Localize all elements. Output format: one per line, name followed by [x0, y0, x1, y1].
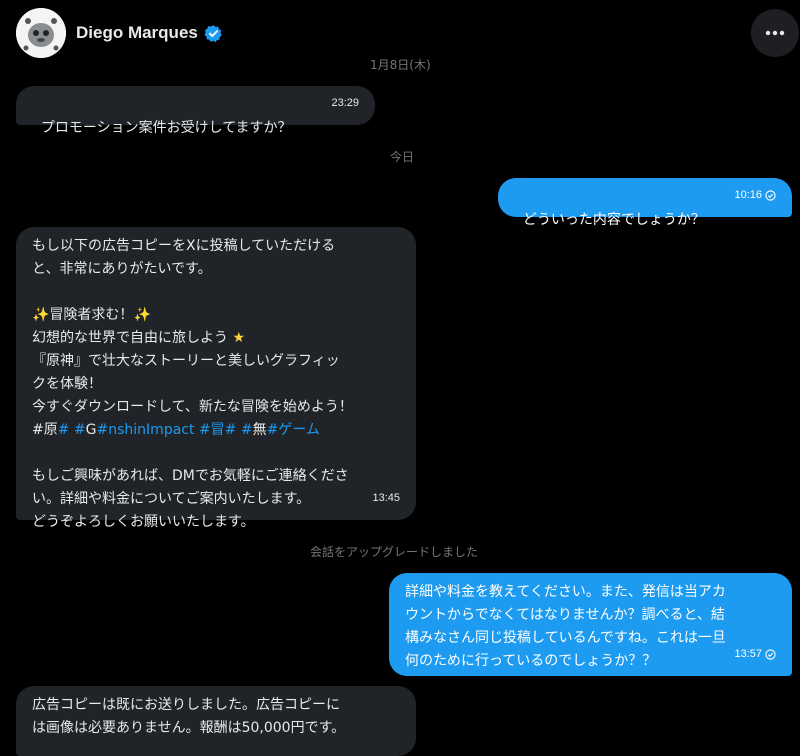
sent-check-icon — [765, 649, 776, 660]
message-line: クを体験！ — [32, 376, 102, 392]
avatar[interactable] — [16, 8, 66, 58]
date-separator: 今日 — [390, 150, 415, 164]
sent-check-icon — [765, 190, 776, 201]
hashtag-link[interactable]: # # — [225, 422, 253, 438]
avatar-mascot-icon — [16, 8, 66, 58]
message-line: 詳細や料金を教えてください。また、発信は当アカ — [405, 584, 726, 600]
message-line: 広告コピーは既にお送りしました。広告コピーに — [32, 697, 340, 713]
message-status: 13:57 — [734, 643, 776, 666]
hashtag-link[interactable]: # — [58, 422, 70, 438]
message-line: い。詳細や料金についてご案内いたします。 — [32, 491, 311, 507]
message-status: 10:16 — [734, 184, 776, 207]
message-bubble-outgoing[interactable]: 詳細や料金を教えてください。また、発信は当アカ ウントからでなくてはなりませんか… — [389, 573, 792, 676]
sparkles-icon: ✨ — [32, 307, 50, 323]
message-time: 13:45 — [372, 492, 400, 504]
message-line: 何のために行っているのでしょうか？？ — [405, 653, 657, 669]
message-time: 10:16 — [734, 189, 762, 201]
hashtag-link[interactable]: #ゲーム — [267, 422, 320, 438]
message-line: もし以下の広告コピーをXに投稿していただける — [32, 238, 336, 254]
message-line-headline: ✨冒険者求む！✨ — [32, 307, 151, 323]
message-text: どういった内容でしょうか？ — [522, 212, 705, 228]
message-line: 『原神』で壮大なストーリーと美しいグラフィッ — [32, 353, 340, 369]
message-line: ウントからでなくてはなりませんか？調べると、結 — [405, 607, 725, 623]
message-time: 13:57 — [734, 648, 762, 660]
contact-name: Diego Marques — [76, 23, 198, 42]
hashtag-line: #原# #G#nshinImpact #冒# #無#ゲーム — [32, 422, 320, 438]
message-line: どうぞよろしくお願いいたします。 — [32, 514, 255, 530]
message-line: は画像は必要ありません。報酬は50,000円です。 — [32, 720, 346, 736]
message-line: もしご興味があれば、DMでお気軽にご連絡くださ — [32, 468, 349, 484]
hashtag-link[interactable]: # — [69, 422, 86, 438]
message-bubble-incoming[interactable]: もし以下の広告コピーをXに投稿していただける と、非常にありがたいです。 ✨冒険… — [16, 227, 416, 530]
more-horizontal-icon — [765, 30, 785, 36]
system-message: 会話をアップグレードしました — [310, 545, 479, 559]
message-line: 構みなさん同じ投稿しているんですね。これは一旦 — [405, 630, 726, 646]
message-time: 23:29 — [331, 97, 359, 109]
hashtag-link[interactable]: #冒 — [194, 422, 225, 438]
star-icon: ★ — [232, 330, 246, 346]
message-line: と、非常にありがたいです。 — [32, 261, 212, 277]
date-separator: 1月8日(木) — [370, 58, 431, 72]
message-bubble-incoming[interactable]: 広告コピーは既にお送りしました。広告コピーに は画像は必要ありません。報酬は50… — [16, 686, 416, 756]
message-bubble-incoming[interactable]: プロモーション案件お受けしてますか？ 23:29 — [16, 86, 375, 136]
hashtag-link[interactable]: #nshinImpact — [97, 422, 195, 438]
sparkles-icon: ✨ — [133, 307, 151, 323]
more-options-button[interactable] — [751, 9, 799, 57]
verified-badge-icon — [204, 24, 222, 42]
message-line: 今すぐダウンロードして、新たな冒険を始めよう！ — [32, 399, 353, 415]
message-bubble-outgoing[interactable]: どういった内容でしょうか？ 10:16 — [498, 178, 792, 228]
conversation-header-name[interactable]: Diego Marques — [76, 23, 223, 43]
message-text: プロモーション案件お受けしてますか？ — [40, 120, 292, 136]
message-line: 幻想的な世界で自由に旅しよう ★ — [32, 330, 246, 346]
